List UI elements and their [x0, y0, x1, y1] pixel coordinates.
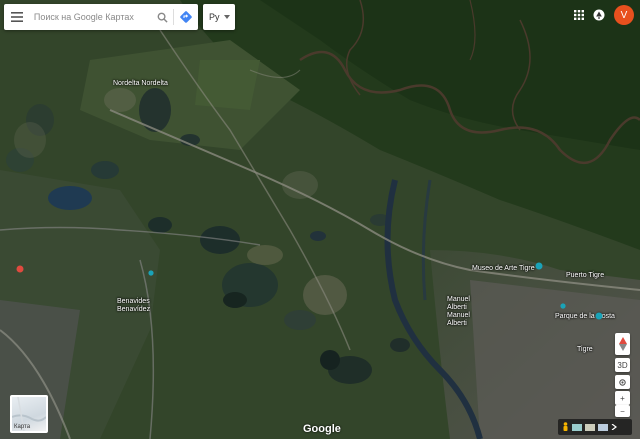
layers-toggle-label: Карта: [14, 424, 31, 430]
view-3d-button[interactable]: 3D: [615, 358, 630, 372]
my-location-icon: [619, 378, 626, 386]
map-label[interactable]: Museo de Arte Tigre: [472, 265, 535, 273]
compass-button[interactable]: [615, 333, 630, 355]
imagery-thumb-icon[interactable]: [598, 423, 608, 431]
map-label[interactable]: Nordelta Nordelta: [113, 80, 168, 88]
map-pin[interactable]: [16, 265, 24, 273]
avatar[interactable]: V: [614, 5, 634, 25]
language-select[interactable]: Ру: [203, 4, 235, 30]
zoom-out-label: −: [620, 406, 625, 416]
zoom-out-button[interactable]: −: [615, 405, 630, 417]
imagery-thumb-icon[interactable]: [585, 423, 595, 431]
directions-button[interactable]: [174, 4, 198, 30]
map-label[interactable]: Parque de la Costa: [555, 313, 615, 321]
view-3d-label: 3D: [617, 360, 628, 370]
chevron-right-icon[interactable]: [611, 424, 617, 430]
menu-icon: [10, 12, 23, 22]
menu-button[interactable]: [4, 4, 30, 30]
avatar-initial: V: [620, 9, 628, 21]
compass-icon: [618, 337, 627, 351]
imagery-thumb-icon[interactable]: [572, 423, 582, 431]
map-pin[interactable]: [595, 312, 603, 320]
google-logo: Google: [303, 423, 341, 435]
map-label[interactable]: Benavides Benavídez: [117, 298, 165, 314]
map-pin[interactable]: [535, 262, 543, 270]
map-pin[interactable]: [560, 303, 566, 309]
apps-grid-icon[interactable]: [574, 10, 584, 20]
zoom-in-button[interactable]: +: [615, 391, 630, 405]
directions-icon: [180, 11, 192, 23]
search-button[interactable]: [151, 4, 173, 30]
map-label[interactable]: Puerto Tigre: [566, 272, 604, 280]
map-label[interactable]: Manuel Alberti Manuel Alberti: [447, 296, 487, 328]
map-pin[interactable]: [148, 270, 154, 276]
search-input[interactable]: [29, 12, 152, 22]
chevron-down-icon: [224, 15, 230, 19]
bottom-toolbar: [558, 419, 632, 435]
notifications-icon[interactable]: [593, 9, 605, 21]
pegman-icon[interactable]: [562, 421, 569, 433]
search-bar: [4, 4, 198, 30]
satellite-map[interactable]: [0, 0, 640, 439]
zoom-in-label: +: [620, 393, 625, 403]
account-controls: V: [574, 5, 634, 25]
layers-toggle[interactable]: Карта: [10, 395, 48, 433]
map-label[interactable]: Tigre: [577, 346, 593, 354]
location-button[interactable]: [615, 375, 630, 389]
search-icon: [157, 12, 168, 23]
language-value: Ру: [209, 12, 220, 22]
